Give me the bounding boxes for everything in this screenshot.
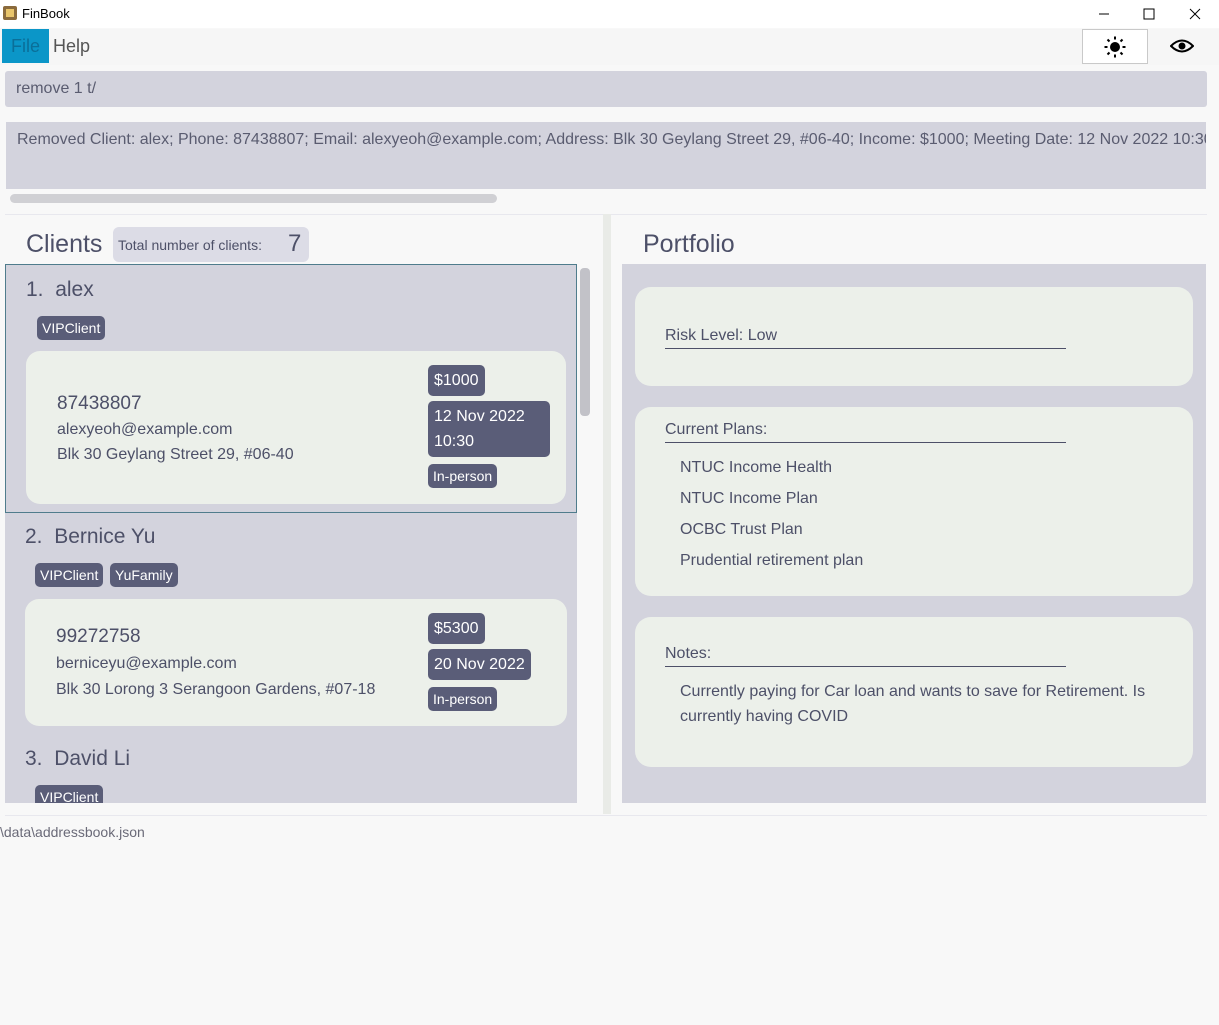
window-title: FinBook (22, 6, 70, 21)
menu-help[interactable]: Help (44, 29, 99, 63)
client-address: Blk 30 Lorong 3 Serangoon Gardens, #07-1… (56, 681, 376, 698)
sun-icon (1104, 36, 1126, 57)
client-meeting-badge: 12 Nov 2022 10:30 (428, 401, 550, 457)
client-meeting-type: In-person (428, 464, 498, 488)
title-bar: FinBook (0, 0, 1219, 28)
command-input[interactable]: remove 1 t/ (5, 71, 1207, 107)
client-list[interactable]: 1. alex VIPClient 87438807 alexyeoh@exam… (5, 264, 577, 803)
client-meeting-type: In-person (428, 687, 498, 711)
client-phone: 99272758 (56, 626, 141, 647)
divider (5, 815, 1207, 816)
notes-card: Notes: Currently paying for Car loan and… (635, 617, 1193, 767)
command-input-value: remove 1 t/ (16, 80, 97, 97)
menu-bar: File Help (0, 29, 1219, 65)
total-clients-label: Total number of clients: (118, 237, 262, 253)
view-toggle-button[interactable] (1150, 29, 1214, 62)
client-card[interactable]: 2. Bernice Yu VIPClient YuFamily 9927275… (5, 513, 577, 735)
result-text: Removed Client: alex; Phone: 87438807; E… (17, 131, 1206, 148)
minimize-icon[interactable] (1081, 0, 1127, 28)
close-icon[interactable] (1172, 0, 1218, 28)
theme-toggle-button[interactable] (1082, 29, 1148, 64)
maximize-icon[interactable] (1126, 0, 1172, 28)
plan-item: OCBC Trust Plan (680, 521, 803, 538)
current-plans-label: Current Plans: (665, 421, 1066, 443)
finbook-app-icon (3, 6, 17, 20)
client-address: Blk 30 Geylang Street 29, #06-40 (57, 446, 294, 463)
client-phone: 87438807 (57, 393, 142, 414)
panel-divider[interactable] (603, 214, 611, 814)
client-meeting-badge: 20 Nov 2022 (428, 649, 531, 680)
client-name: 2. Bernice Yu (25, 525, 156, 548)
client-name: 3. David Li (25, 747, 131, 770)
plan-item: NTUC Income Health (680, 459, 833, 476)
client-name: 1. alex (26, 278, 94, 301)
client-tag: VIPClient (35, 563, 104, 587)
client-tag: VIPClient (35, 785, 104, 803)
notes-text: currently having COVID (680, 708, 849, 725)
eye-icon (1170, 39, 1194, 52)
client-details-card: 99272758 berniceyu@example.com Blk 30 Lo… (25, 599, 567, 726)
client-list-scrollbar[interactable] (580, 268, 590, 416)
total-clients-badge: Total number of clients: 7 (113, 227, 309, 262)
result-horizontal-scrollbar[interactable] (10, 194, 497, 203)
notes-label: Notes: (665, 645, 1066, 667)
risk-level-card: Risk Level: Low (635, 287, 1193, 386)
plan-item: NTUC Income Plan (680, 490, 818, 507)
client-email: berniceyu@example.com (56, 655, 237, 672)
total-clients-count: 7 (288, 230, 302, 257)
client-income-badge: $5300 (428, 613, 485, 644)
client-details-card: 87438807 alexyeoh@example.com Blk 30 Gey… (26, 351, 566, 504)
current-plans-card: Current Plans: NTUC Income Health NTUC I… (635, 407, 1193, 596)
plan-item: Prudential retirement plan (680, 552, 864, 569)
portfolio-panel: Risk Level: Low Current Plans: NTUC Inco… (622, 264, 1206, 803)
risk-level-label: Risk Level: Low (665, 327, 1066, 349)
status-bar-file-path: \data\addressbook.json (0, 824, 145, 840)
portfolio-heading: Portfolio (643, 230, 735, 258)
menu-file[interactable]: File (2, 29, 50, 63)
client-tag: YuFamily (110, 563, 178, 587)
client-email: alexyeoh@example.com (57, 421, 233, 438)
notes-text: Currently paying for Car loan and wants … (680, 683, 1146, 700)
client-card[interactable]: 1. alex VIPClient 87438807 alexyeoh@exam… (5, 264, 577, 513)
clients-heading: Clients (26, 230, 103, 258)
client-card[interactable]: 3. David Li VIPClient (5, 735, 577, 803)
client-tag: VIPClient (37, 316, 106, 340)
client-income-badge: $1000 (428, 365, 485, 396)
result-display: Removed Client: alex; Phone: 87438807; E… (6, 122, 1206, 189)
